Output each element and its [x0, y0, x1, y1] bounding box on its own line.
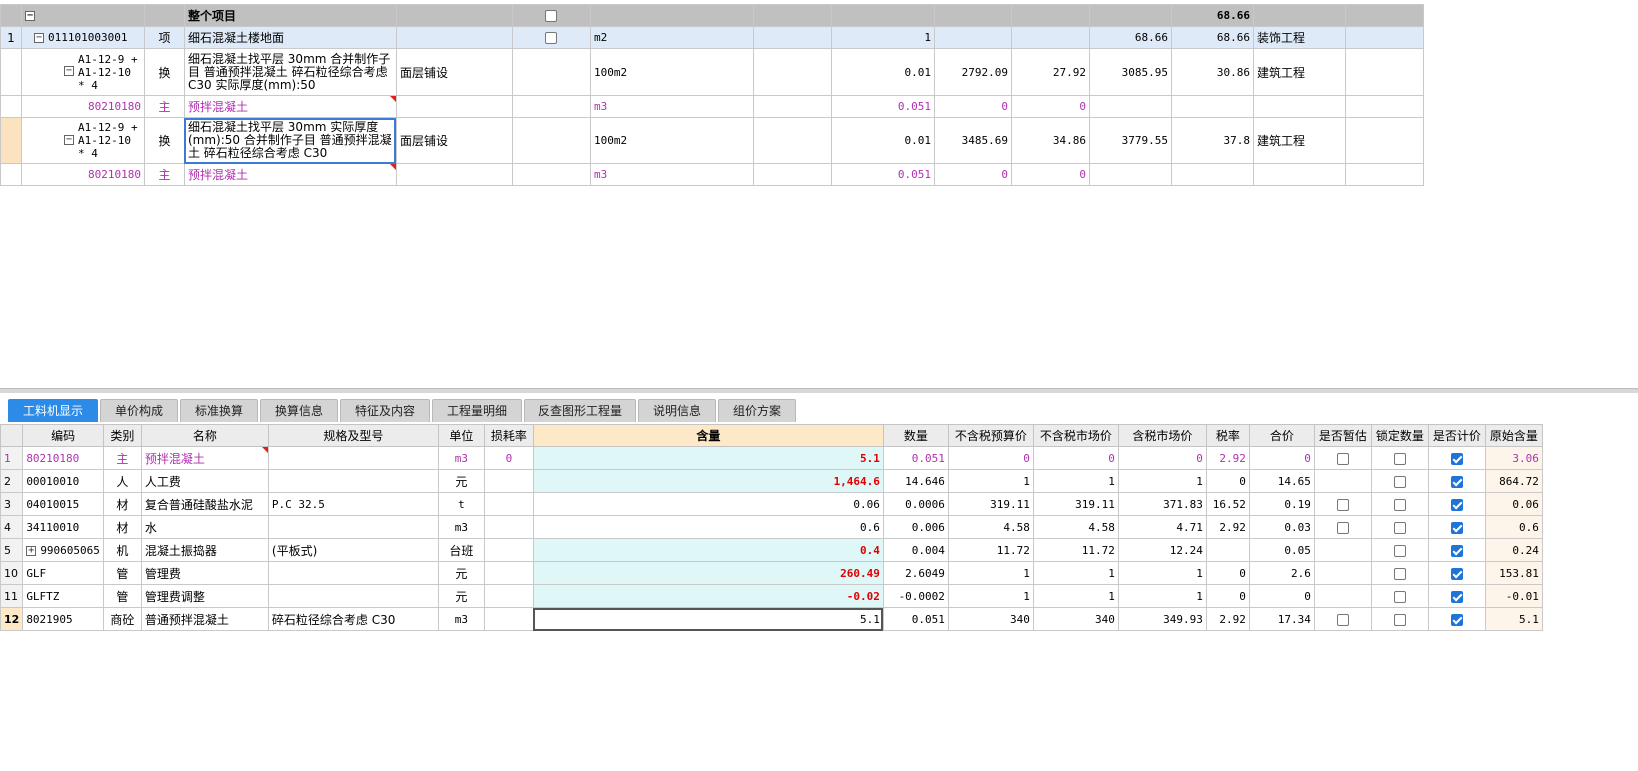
col-header-loss-rate[interactable]: 损耗率 [483, 424, 534, 447]
tree-cell-code[interactable]: −011101003001 [21, 26, 145, 49]
tab-description-info[interactable]: 说明信息 [638, 399, 716, 422]
tree-cell-name[interactable]: 整个项目 [183, 4, 397, 27]
lock-quantity-checkbox[interactable] [1393, 475, 1406, 488]
collapse-icon[interactable]: − [34, 33, 44, 43]
selected-name-cell[interactable]: 细石混凝土找平层 30mm 实际厚度(mm):50 合并制作子目 普通预拌混凝土… [183, 117, 397, 164]
tab-unit-price-composition[interactable]: 单价构成 [100, 399, 178, 422]
tree-cell-code[interactable]: 80210180 [21, 163, 145, 186]
expand-icon[interactable]: + [26, 545, 37, 556]
tree-cell-sum: 68.66 [1170, 4, 1254, 27]
row-number: 2 [0, 469, 24, 493]
tree-row-material[interactable]: 80210180 主 预拌混凝土 m3 0.051 0 0 [0, 95, 1424, 118]
checkbox[interactable] [545, 32, 558, 44]
row-number [0, 4, 22, 27]
table-row[interactable]: 11 GLFTZ 管 管理费调整 元 -0.02 -0.0002 1 1 1 0… [0, 584, 1543, 608]
provisional-checkbox[interactable] [1336, 521, 1349, 534]
priced-checkbox[interactable] [1450, 521, 1463, 534]
row-number: 12 [0, 607, 24, 631]
tree-row-subitem[interactable]: − A1-12-9 + A1-12-10 * 4 换 细石混凝土找平层 30mm … [0, 117, 1424, 164]
lock-quantity-checkbox[interactable] [1393, 452, 1406, 465]
table-row[interactable]: 2 00010010 人 人工费 元 1,464.6 14.646 1 1 1 … [0, 469, 1543, 493]
col-header-spec[interactable]: 规格及型号 [267, 424, 439, 447]
priced-checkbox[interactable] [1450, 567, 1463, 580]
checkbox[interactable] [545, 10, 558, 22]
priced-checkbox[interactable] [1450, 590, 1463, 603]
provisional-checkbox[interactable] [1336, 498, 1349, 511]
row-number: 11 [0, 584, 24, 608]
collapse-icon[interactable]: − [25, 11, 35, 21]
tab-reverse-graphic-quantity[interactable]: 反查图形工程量 [524, 399, 636, 422]
row-number: 5 [0, 538, 24, 562]
col-header-tax-rate[interactable]: 税率 [1205, 424, 1250, 447]
tree-cell-code[interactable]: − A1-12-9 + A1-12-10 * 4 [21, 117, 145, 164]
tab-pricing-scheme[interactable]: 组价方案 [718, 399, 796, 422]
col-header-name[interactable]: 名称 [140, 424, 269, 447]
tree-row-total[interactable]: − 整个项目 68.66 [0, 4, 1424, 27]
lock-quantity-checkbox[interactable] [1393, 613, 1406, 626]
col-header-quantity[interactable]: 数量 [882, 424, 949, 447]
lock-quantity-checkbox[interactable] [1393, 567, 1406, 580]
table-row[interactable]: 3 04010015 材 复合普通硅酸盐水泥 P.C 32.5 t 0.06 0… [0, 492, 1543, 516]
table-row[interactable]: 12 8021905 商砼 普通预拌混凝土 碎石粒径综合考虑 C30 m3 5.… [0, 607, 1543, 631]
tree-cell-code[interactable]: − A1-12-9 + A1-12-10 * 4 [21, 48, 145, 96]
detail-tab-bar: 工料机显示 单价构成 标准换算 换算信息 特征及内容 工程量明细 反查图形工程量… [0, 396, 1638, 424]
row-number [0, 48, 22, 96]
tab-conversion-info[interactable]: 换算信息 [260, 399, 338, 422]
row-number: 3 [0, 492, 24, 516]
provisional-checkbox[interactable] [1336, 452, 1349, 465]
priced-checkbox[interactable] [1450, 613, 1463, 626]
table-row[interactable]: 4 34110010 材 水 m3 0.6 0.006 4.58 4.58 4.… [0, 515, 1543, 539]
collapse-icon[interactable]: − [64, 66, 74, 76]
col-header-code[interactable]: 编码 [22, 424, 104, 447]
tab-standard-conversion[interactable]: 标准换算 [180, 399, 258, 422]
collapse-icon[interactable]: − [64, 135, 74, 145]
table-header-row: 编码 类别 名称 规格及型号 单位 损耗率 含量 数量 不含税预算价 不含税市场… [0, 424, 1543, 447]
lock-quantity-checkbox[interactable] [1393, 590, 1406, 603]
col-header-budget-price-excl-tax[interactable]: 不含税预算价 [947, 424, 1034, 447]
col-header-original-content[interactable]: 原始含量 [1484, 424, 1543, 447]
row-number: 1 [0, 446, 24, 470]
col-header-market-price-excl-tax[interactable]: 不含税市场价 [1032, 424, 1119, 447]
row-number: 4 [0, 515, 24, 539]
lock-quantity-checkbox[interactable] [1393, 498, 1406, 511]
pane-splitter[interactable] [0, 388, 1638, 393]
priced-checkbox[interactable] [1450, 475, 1463, 488]
provisional-checkbox[interactable] [1336, 613, 1349, 626]
col-header-provisional[interactable]: 是否暂估 [1313, 424, 1372, 447]
tab-labor-material-machine[interactable]: 工料机显示 [8, 399, 98, 422]
col-header-total[interactable]: 合价 [1248, 424, 1315, 447]
tree-row-material[interactable]: 80210180 主 预拌混凝土 m3 0.051 0 0 [0, 163, 1424, 186]
row-number [0, 117, 22, 164]
resource-table: 编码 类别 名称 规格及型号 单位 损耗率 含量 数量 不含税预算价 不含税市场… [0, 424, 1543, 631]
priced-checkbox[interactable] [1450, 498, 1463, 511]
row-number [0, 163, 22, 186]
tree-row-item[interactable]: 1 −011101003001 项 细石混凝土楼地面 m2 1 68.66 68… [0, 26, 1424, 49]
project-tree-area: − 整个项目 68.66 1 −011101003001 项 细石混凝土楼地面 … [0, 0, 1638, 385]
project-tree-table: − 整个项目 68.66 1 −011101003001 项 细石混凝土楼地面 … [0, 4, 1424, 186]
table-row[interactable]: 1 80210180 主 预拌混凝土 m3 0 5.1 0.051 0 0 0 … [0, 446, 1543, 470]
col-header-content[interactable]: 含量 [532, 424, 884, 447]
col-header-lock-quantity[interactable]: 锁定数量 [1370, 424, 1429, 447]
col-header-unit[interactable]: 单位 [437, 424, 485, 447]
col-header-market-price-incl-tax[interactable]: 含税市场价 [1117, 424, 1207, 447]
tab-quantity-details[interactable]: 工程量明细 [432, 399, 522, 422]
col-header-category[interactable]: 类别 [102, 424, 142, 447]
table-row[interactable]: 5 +990605065 机 混凝土振捣器 (平板式) 台班 0.4 0.004… [0, 538, 1543, 562]
content-edit-cell[interactable]: 5.1 [532, 607, 884, 631]
lock-quantity-checkbox[interactable] [1393, 544, 1406, 557]
lock-quantity-checkbox[interactable] [1393, 521, 1406, 534]
tree-cell-code[interactable]: − [21, 4, 145, 27]
tab-features-content[interactable]: 特征及内容 [340, 399, 430, 422]
table-row[interactable]: 10 GLF 管 管理费 元 260.49 2.6049 1 1 1 0 2.6… [0, 561, 1543, 585]
tree-row-subitem[interactable]: − A1-12-9 + A1-12-10 * 4 换 细石混凝土找平层 30mm … [0, 48, 1424, 96]
row-number: 10 [0, 561, 24, 585]
tree-cell-code[interactable]: 80210180 [21, 95, 145, 118]
row-number [0, 95, 22, 118]
priced-checkbox[interactable] [1450, 544, 1463, 557]
col-header-priced[interactable]: 是否计价 [1427, 424, 1486, 447]
priced-checkbox[interactable] [1450, 452, 1463, 465]
row-number: 1 [0, 26, 22, 49]
